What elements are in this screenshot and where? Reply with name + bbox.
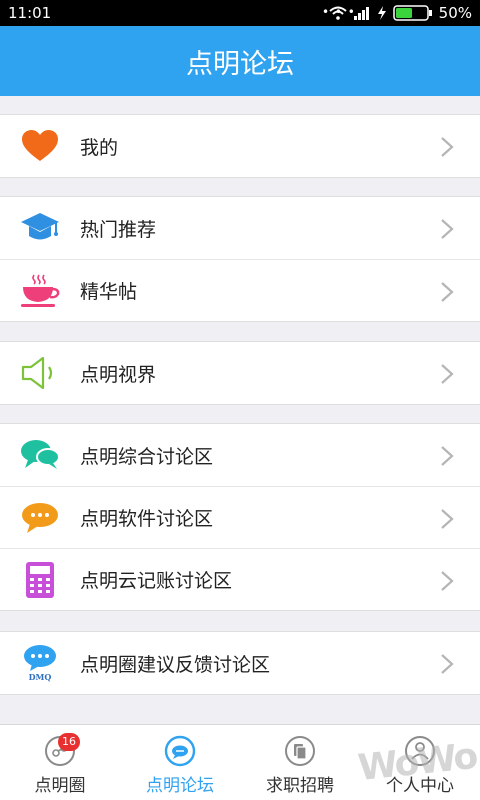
menu-item-software-forum[interactable]: 点明软件讨论区 [0,486,480,548]
menu-item-hot-recommend[interactable]: 热门推荐 [0,197,480,259]
forum-chat-icon [164,735,196,767]
calculator-icon [20,560,60,600]
status-time: 11:01 [8,4,52,22]
tab-dianming-circle[interactable]: 16 点明圈 [0,725,120,800]
menu-item-label: 精华帖 [80,281,138,303]
page-header: 点明论坛 [0,26,480,96]
battery-icon [392,5,432,21]
chevron-right-icon [441,509,454,529]
chevron-right-icon [441,446,454,466]
menu-item-label: 点明综合讨论区 [80,445,214,468]
menu-item-cloud-accounting-forum[interactable]: 点明云记账讨论区 [0,548,480,610]
menu-item-label: 点明圈建议反馈讨论区 [80,653,271,676]
tab-jobs[interactable]: 求职招聘 [240,725,360,800]
tab-forum[interactable]: 点明论坛 [120,725,240,800]
menu-item-label: 点明云记账讨论区 [80,570,233,592]
chevron-right-icon [441,654,454,674]
wifi-icon [328,6,347,20]
chevron-right-icon [441,137,454,157]
dmq-feedback-icon: DMQ [20,643,60,683]
chevron-right-icon [441,364,454,384]
heart-icon [20,126,60,166]
tab-label: 点明论坛 [146,776,214,796]
signal-icon [353,7,369,20]
status-bar: 11:01 • • • 50% [0,0,480,26]
menu-group-forums: 点明综合讨论区 点明软件讨论区 点明云记账讨论区 [0,423,480,611]
menu-item-label: 热门推荐 [80,218,157,241]
tab-label: 求职招聘 [266,776,334,796]
notification-badge: 16 [58,733,80,751]
coffee-cup-icon [20,271,60,311]
menu-item-general-forum[interactable]: 点明综合讨论区 [0,424,480,486]
menu-item-label: 我的 [80,136,119,159]
page-title: 点明论坛 [186,48,294,80]
menu-group-recommend: 热门推荐 精华帖 [0,196,480,322]
menu-item-feedback-forum[interactable]: DMQ 点明圈建议反馈讨论区 [0,632,480,694]
dmq-text: DMQ [29,672,52,682]
battery-percent: 50% [438,4,472,22]
chevron-right-icon [441,282,454,302]
status-icons: 50% [328,4,472,22]
menu-group-vision: 点明视界 [0,341,480,405]
menu-item-featured-posts[interactable]: 精华帖 [0,259,480,321]
chevron-right-icon [441,571,454,591]
charging-icon [377,6,386,20]
menu-item-mine[interactable]: 我的 [0,115,480,177]
tab-label: 点明圈 [34,776,86,796]
message-dots-icon [20,498,60,538]
speaker-icon [20,353,60,393]
menu-group-feedback: DMQ 点明圈建议反馈讨论区 [0,631,480,695]
chevron-right-icon [441,219,454,239]
graduation-cap-icon [20,208,60,248]
menu-item-label: 点明视界 [80,363,157,386]
menu-item-vision[interactable]: 点明视界 [0,342,480,404]
menu-group-mine: 我的 [0,114,480,178]
menu-item-label: 点明软件讨论区 [80,508,214,530]
chat-bubbles-icon [20,435,60,475]
documents-icon [285,736,315,766]
